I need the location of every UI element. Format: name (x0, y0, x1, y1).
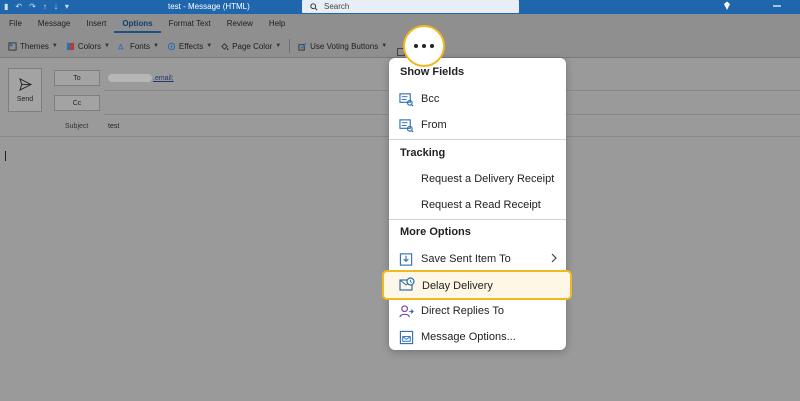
send-icon (18, 77, 32, 91)
menu-item-delivery-receipt[interactable]: Request a Delivery Receipt (389, 167, 566, 191)
fonts-icon: A (118, 42, 124, 51)
chevron-right-icon (551, 253, 557, 263)
effects-icon (167, 42, 176, 50)
bcc-icon (399, 93, 414, 107)
cc-button[interactable]: Cc (54, 95, 100, 111)
effects-button[interactable]: Effects ▼ (163, 42, 216, 51)
tab-insert[interactable]: Insert (78, 19, 114, 33)
ellipsis-icon (414, 44, 418, 48)
menu-item-label: Request a Delivery Receipt (421, 173, 555, 185)
menu-divider (389, 139, 566, 140)
menu-item-read-receipt[interactable]: Request a Read Receipt (389, 193, 566, 217)
redacted-recipient (108, 74, 152, 82)
more-commands-button[interactable] (403, 25, 445, 67)
ellipsis-icon (430, 44, 434, 48)
chevron-down-icon: ▼ (51, 43, 58, 49)
chevron-down-icon: ▼ (152, 43, 159, 49)
ribbon-commands: Themes ▼ Colors ▼ A Fonts ▼ Effects ▼ Pa… (4, 39, 391, 53)
menu-item-bcc[interactable]: Bcc (389, 87, 566, 111)
voting-buttons-button[interactable]: Use Voting Buttons ▼ (294, 42, 391, 51)
menu-item-label: Bcc (421, 93, 440, 105)
direct-replies-icon (399, 305, 414, 318)
to-button[interactable]: To (54, 70, 100, 86)
title-bar-controls (722, 1, 782, 11)
menu-header-tracking: Tracking (400, 147, 446, 159)
chevron-down-icon: ▼ (275, 43, 282, 49)
text-cursor (5, 151, 6, 161)
themes-icon (8, 41, 17, 51)
send-button[interactable]: Send (8, 68, 42, 112)
minimize-icon[interactable] (772, 1, 782, 11)
themes-button[interactable]: Themes ▼ (4, 42, 62, 51)
save-sent-item-icon (399, 253, 413, 266)
save-icon[interactable]: ▮ (4, 2, 8, 12)
window-title: test - Message (HTML) (168, 2, 250, 11)
chevron-down-icon: ▼ (103, 43, 110, 49)
menu-header-more-options: More Options (400, 226, 471, 238)
menu-item-label: Message Options... (421, 331, 516, 343)
ellipsis-icon (422, 44, 426, 48)
menu-item-delay-delivery[interactable]: Delay Delivery (382, 270, 572, 300)
colors-button[interactable]: Colors ▼ (62, 42, 114, 51)
chevron-down-icon: ▼ (381, 43, 388, 49)
page-color-label: Page Color (232, 41, 273, 51)
menu-divider (389, 219, 566, 220)
paint-bucket-icon (221, 42, 229, 50)
voting-icon (298, 42, 307, 51)
up-arrow-icon[interactable]: ↑ (43, 2, 47, 12)
menu-item-label: Direct Replies To (421, 305, 504, 317)
menu-item-message-options[interactable]: Message Options... (389, 325, 566, 349)
customize-chevron-icon[interactable]: ▾ (65, 2, 69, 12)
search-placeholder: Search (324, 2, 350, 11)
colors-icon (66, 42, 74, 50)
tab-help[interactable]: Help (261, 19, 293, 33)
menu-item-label: From (421, 119, 447, 131)
send-label: Send (16, 95, 34, 103)
page-color-button[interactable]: Page Color ▼ (216, 42, 285, 51)
from-icon (399, 119, 414, 133)
menu-item-save-sent-item[interactable]: Save Sent Item To (389, 247, 566, 271)
subject-field[interactable]: test (108, 123, 119, 130)
delay-delivery-icon (399, 277, 415, 291)
colors-label: Colors (77, 41, 101, 51)
redo-icon[interactable]: ↷ (29, 2, 36, 12)
tab-options[interactable]: Options (114, 19, 161, 33)
chevron-down-icon: ▼ (206, 43, 213, 49)
menu-item-direct-replies[interactable]: Direct Replies To (389, 299, 566, 323)
subject-label: Subject (65, 123, 89, 130)
quick-access-toolbar: ▮ ↶ ↷ ↑ ↓ ▾ (4, 2, 69, 12)
to-field[interactable]: .email; (108, 74, 174, 82)
diamond-icon[interactable] (722, 1, 732, 11)
search-icon (310, 2, 318, 11)
more-options-menu: Show Fields Bcc From Tracking Request a … (389, 58, 566, 350)
title-bar: ▮ ↶ ↷ ↑ ↓ ▾ test - Message (HTML) Search (0, 0, 800, 14)
themes-label: Themes (20, 41, 49, 51)
ribbon-separator (289, 39, 291, 53)
menu-item-label: Delay Delivery (422, 280, 493, 292)
effects-label: Effects (178, 41, 204, 51)
search-box[interactable]: Search (302, 0, 519, 13)
down-arrow-icon[interactable]: ↓ (54, 2, 58, 12)
menu-item-from[interactable]: From (389, 113, 566, 137)
tab-review[interactable]: Review (219, 19, 261, 33)
message-options-icon (399, 330, 414, 345)
fonts-button[interactable]: A Fonts ▼ (114, 42, 163, 51)
tab-file[interactable]: File (8, 19, 30, 33)
fonts-label: Fonts (129, 41, 150, 51)
menu-item-label: Request a Read Receipt (421, 199, 541, 211)
voting-label: Use Voting Buttons (310, 41, 379, 51)
ribbon-tabs: File Message Insert Options Format Text … (8, 19, 293, 33)
tab-message[interactable]: Message (30, 19, 78, 33)
menu-item-label: Save Sent Item To (421, 253, 511, 265)
undo-icon[interactable]: ↶ (15, 2, 22, 12)
menu-header-show-fields: Show Fields (400, 66, 465, 78)
tab-format-text[interactable]: Format Text (161, 19, 219, 33)
to-recipient-text: .email; (153, 74, 174, 82)
svg-text:A: A (118, 42, 124, 51)
